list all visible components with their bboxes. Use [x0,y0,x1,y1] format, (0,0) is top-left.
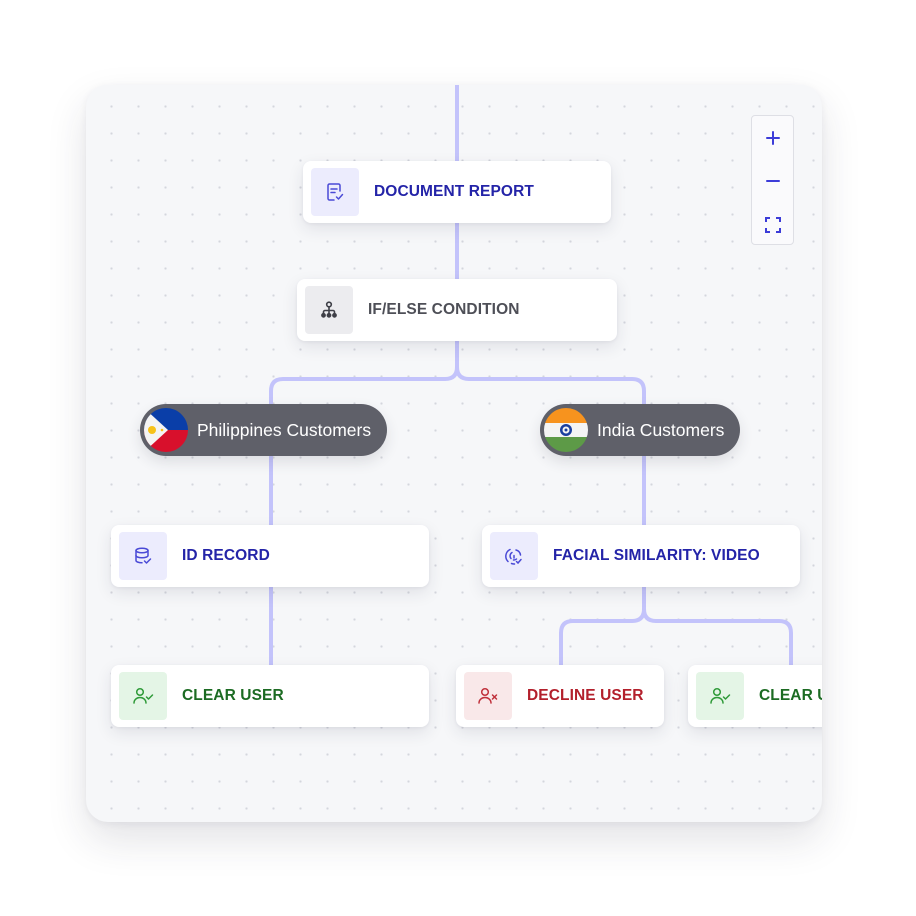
node-label: DECLINE USER [527,687,644,704]
node-label: CLEAR USER [182,687,284,704]
plus-icon [765,131,780,145]
node-decline-user[interactable]: DECLINE USER [456,665,664,727]
node-document-report[interactable]: DOCUMENT REPORT [303,161,611,223]
node-label: CLEAR USER [759,687,822,704]
branch-icon [305,286,353,334]
user-x-icon [464,672,512,720]
node-label: DOCUMENT REPORT [374,183,534,200]
database-check-icon [119,532,167,580]
document-check-icon [311,168,359,216]
user-check-icon [696,672,744,720]
connector-facial-split-right [642,607,793,667]
node-id-record[interactable]: ID RECORD [111,525,429,587]
node-clear-user-right[interactable]: CLEAR USER [688,665,822,727]
philippines-flag-icon [144,408,188,452]
zoom-out-button[interactable] [752,161,793,201]
workflow-canvas[interactable]: DOCUMENT REPORT IF/ELSE CONDITION Philip… [86,85,822,822]
branch-label: Philippines Customers [197,419,372,440]
node-clear-user[interactable]: CLEAR USER [111,665,429,727]
branch-philippines-customers[interactable]: Philippines Customers [140,404,388,456]
india-flag-icon [544,408,588,452]
zoom-controls [751,115,794,245]
branch-label: India Customers [597,419,725,440]
node-facial-similarity-video[interactable]: FACIAL SIMILARITY: VIDEO [482,525,800,587]
connector-ifelse-split-right [455,365,646,407]
connector-ifelse-split [269,339,459,407]
node-label: FACIAL SIMILARITY: VIDEO [553,547,760,564]
fit-view-button[interactable] [752,205,793,245]
face-scan-icon [490,532,538,580]
user-check-icon [119,672,167,720]
minus-icon [765,180,780,182]
fullscreen-icon [764,217,781,233]
branch-india-customers[interactable]: India Customers [540,404,741,456]
node-if-else-condition[interactable]: IF/ELSE CONDITION [297,279,617,341]
node-label: IF/ELSE CONDITION [368,301,520,318]
zoom-in-button[interactable] [752,118,793,158]
connector-facial-split-left [559,585,646,667]
node-label: ID RECORD [182,547,270,564]
